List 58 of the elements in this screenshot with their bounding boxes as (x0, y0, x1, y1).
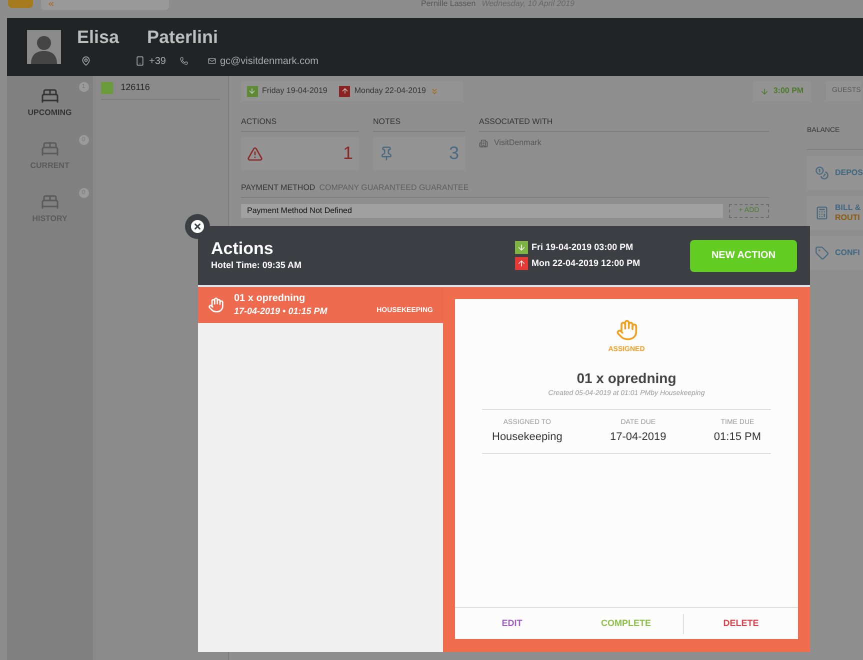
arrival-icon (760, 86, 770, 96)
action-title: 01 x opredning (576, 368, 676, 388)
hand-icon (616, 319, 638, 341)
mail-icon (208, 57, 216, 65)
complete-button[interactable]: COMPLETE (569, 614, 683, 634)
departure-icon (516, 258, 526, 268)
balance-button[interactable]: DEPOS (806, 156, 863, 190)
pin-icon (378, 146, 394, 161)
section-title: ASSOCIATED WITH (478, 116, 769, 132)
first-name: Elisa (77, 26, 120, 48)
stay-dates[interactable]: Friday 19-04-2019 Monday 22-04-2019 (240, 81, 463, 101)
email-address: gc@visitdenmark.com (220, 54, 318, 68)
tag-icon (814, 246, 829, 260)
departure-date: Monday 22-04-2019 (354, 85, 426, 97)
field-value: 17-04-2019 (610, 430, 666, 444)
new-action-button[interactable]: NEW ACTION (690, 240, 797, 272)
company-name: VisitDenmark (494, 137, 542, 149)
building-icon (478, 138, 488, 148)
calculator-icon (814, 206, 829, 220)
phone-number: +39 (149, 54, 166, 68)
mobile-icon (135, 56, 145, 66)
arrival-icon (516, 243, 526, 252)
hand-icon (208, 297, 224, 313)
search-field[interactable] (41, 0, 169, 10)
actions-card[interactable]: 1 (240, 137, 359, 170)
avatar-icon (27, 30, 61, 64)
arrival-datetime: Fri 19-04-2019 03:00 PM (532, 241, 634, 254)
last-name: Paterlini (147, 26, 218, 48)
time-chip[interactable]: 3:00 PM (752, 81, 811, 101)
section-title: NOTES (372, 116, 465, 132)
payment-method-field[interactable]: Payment Method Not Defined (240, 204, 723, 218)
notes-card[interactable]: 3 (372, 137, 465, 170)
balance-button[interactable]: BILL & ROUTI (806, 196, 863, 230)
bed-icon (40, 86, 59, 104)
field-value: Housekeeping (492, 430, 562, 444)
section-title: PAYMENT METHOD (240, 182, 316, 194)
warning-icon (246, 146, 263, 162)
close-icon (193, 222, 202, 231)
departure-icon (340, 87, 349, 95)
delete-button[interactable]: DELETE (683, 614, 798, 634)
back-icon (47, 0, 55, 8)
dialog-title: Actions (211, 238, 274, 259)
departure-datetime: Mon 22-04-2019 12:00 PM (532, 256, 640, 270)
reservation-item[interactable]: 126116 (100, 76, 220, 100)
arrival-date: Friday 19-04-2019 (262, 85, 328, 97)
arrival-icon (248, 87, 256, 95)
user-name: Pernille Lassen (421, 0, 476, 8)
field-value: 01:15 PM (714, 430, 761, 444)
phone-icon (180, 57, 188, 65)
bed-icon (40, 192, 59, 210)
hotel-time: Hotel Time: 09:35 AM (211, 258, 302, 272)
expand-icon (430, 86, 439, 96)
bed-icon (40, 140, 59, 158)
location-icon (81, 56, 91, 66)
coins-icon (814, 166, 829, 180)
section-title: ACTIONS (240, 116, 359, 132)
edit-button[interactable]: EDIT (455, 614, 569, 634)
menu-button[interactable] (8, 0, 33, 8)
